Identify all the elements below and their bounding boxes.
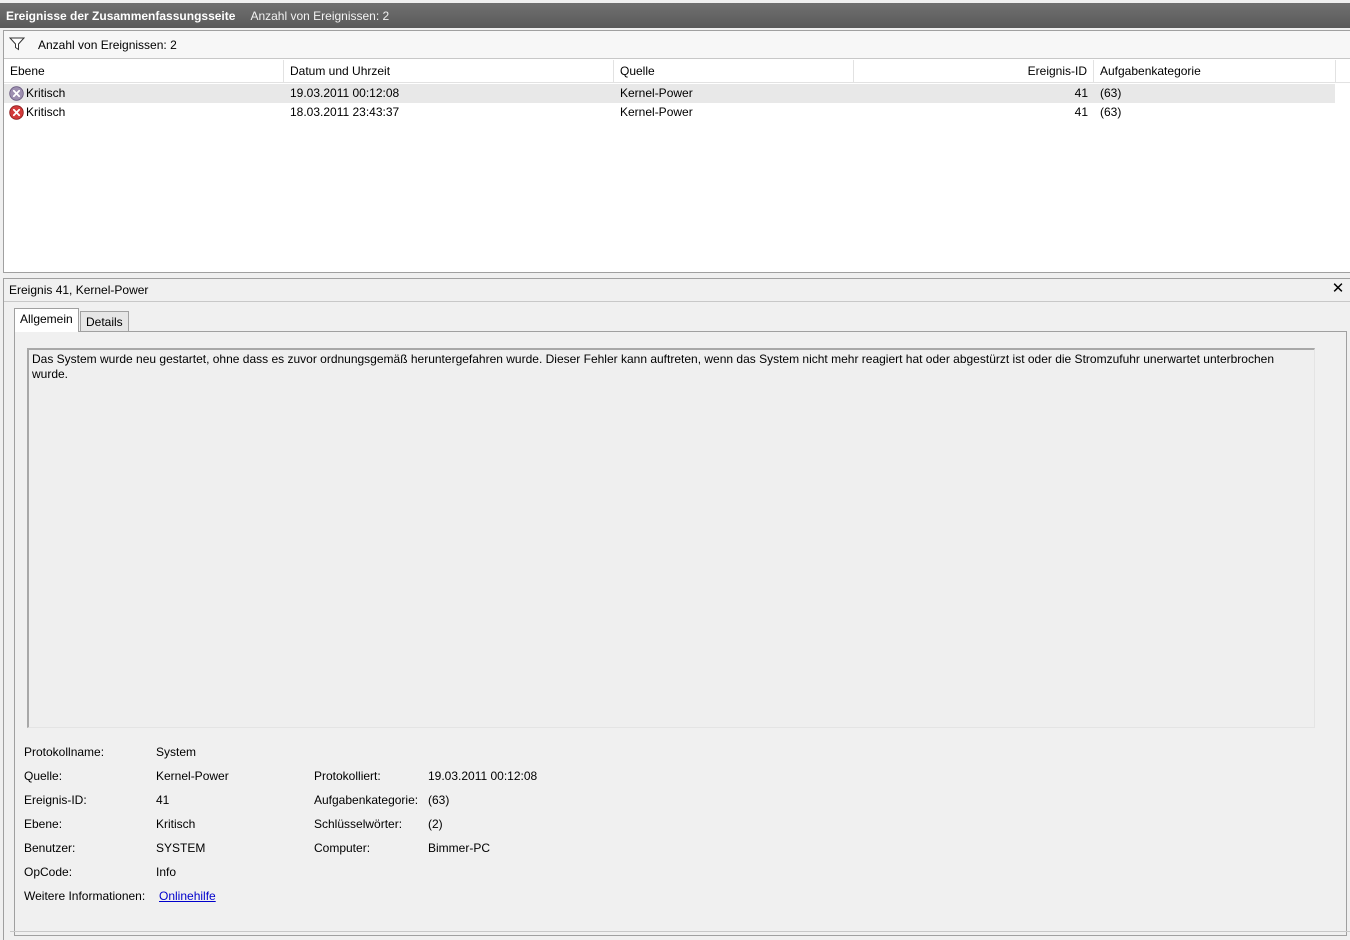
prop-computer: Bimmer-PC <box>428 841 490 855</box>
prop-user: SYSTEM <box>156 841 206 855</box>
prop-task-category: (63) <box>428 793 450 807</box>
titlebar-event-count: Anzahl von Ereignissen: 2 <box>250 8 390 23</box>
tab-panel-general: Das System wurde neu gestartet, ohne das… <box>14 331 1347 936</box>
column-header-row: Ebene Datum und Uhrzeit Quelle Ereignis-… <box>4 60 1350 83</box>
summary-events-titlebar: Ereignisse der Zusammenfassungsseite Anz… <box>0 3 1350 28</box>
online-help-link[interactable]: Onlinehilfe <box>159 889 216 903</box>
prop-source-label: Quelle: <box>24 769 63 783</box>
prop-opcode: Info <box>156 865 177 879</box>
prop-user-label: Benutzer: <box>24 841 76 855</box>
event-message-box[interactable]: Das System wurde neu gestartet, ohne das… <box>27 348 1315 728</box>
event-list[interactable]: Anzahl von Ereignissen: 2 Ebene Datum un… <box>3 30 1350 273</box>
prop-log-name: System <box>156 745 197 759</box>
row-task-category: (63) <box>1100 105 1122 119</box>
detail-bottom-border <box>10 931 1350 932</box>
row-event-id: 41 <box>1074 86 1088 100</box>
column-header-datetime[interactable]: Datum und Uhrzeit <box>284 60 614 83</box>
prop-opcode-label: OpCode: <box>24 865 73 879</box>
row-source: Kernel-Power <box>620 105 693 119</box>
row-level: Kritisch <box>26 105 66 119</box>
column-header-event-id[interactable]: Ereignis-ID <box>854 60 1094 83</box>
prop-log-name-label: Protokollname: <box>24 745 105 759</box>
prop-computer-label: Computer: <box>314 841 371 855</box>
close-icon[interactable]: ✕ <box>1330 281 1346 297</box>
prop-logged: 19.03.2011 00:12:08 <box>428 769 538 783</box>
row-event-id: 41 <box>1074 105 1088 119</box>
row-task-category: (63) <box>1100 86 1122 100</box>
row-level: Kritisch <box>26 86 66 100</box>
row-datetime: 19.03.2011 00:12:08 <box>290 86 400 100</box>
column-header-task-category[interactable]: Aufgabenkategorie <box>1094 60 1336 83</box>
prop-more-info-label: Weitere Informationen: <box>24 889 146 903</box>
prop-logged-label: Protokolliert: <box>314 769 381 783</box>
prop-keywords: (2) <box>428 817 443 831</box>
tab-allgemein[interactable]: Allgemein <box>14 308 79 332</box>
filter-event-count: Anzahl von Ereignissen: 2 <box>38 38 177 52</box>
prop-level-label: Ebene: <box>24 817 63 831</box>
critical-error-icon <box>9 105 24 120</box>
prop-level: Kritisch <box>156 817 196 831</box>
prop-event-id: 41 <box>156 793 170 807</box>
prop-source: Kernel-Power <box>156 769 229 783</box>
event-row[interactable]: Kritisch 19.03.2011 00:12:08 Kernel-Powe… <box>4 84 1335 103</box>
filter-icon[interactable] <box>9 37 25 51</box>
row-source: Kernel-Power <box>620 86 693 100</box>
filter-bar: Anzahl von Ereignissen: 2 <box>4 31 1350 59</box>
tab-details[interactable]: Details <box>80 311 129 332</box>
prop-event-id-label: Ereignis-ID: <box>24 793 87 807</box>
column-header-level[interactable]: Ebene <box>4 60 284 83</box>
prop-keywords-label: Schlüsselwörter: <box>314 817 403 831</box>
prop-task-category-label: Aufgabenkategorie: <box>314 793 419 807</box>
row-datetime: 18.03.2011 23:43:37 <box>290 105 400 119</box>
event-row[interactable]: Kritisch 18.03.2011 23:43:37 Kernel-Powe… <box>4 103 1335 122</box>
column-header-source[interactable]: Quelle <box>614 60 854 83</box>
critical-error-icon <box>9 86 24 101</box>
detail-title: Ereignis 41, Kernel-Power <box>9 283 149 297</box>
detail-header: Ereignis 41, Kernel-Power <box>4 279 1350 302</box>
titlebar-title: Ereignisse der Zusammenfassungsseite <box>6 8 236 23</box>
